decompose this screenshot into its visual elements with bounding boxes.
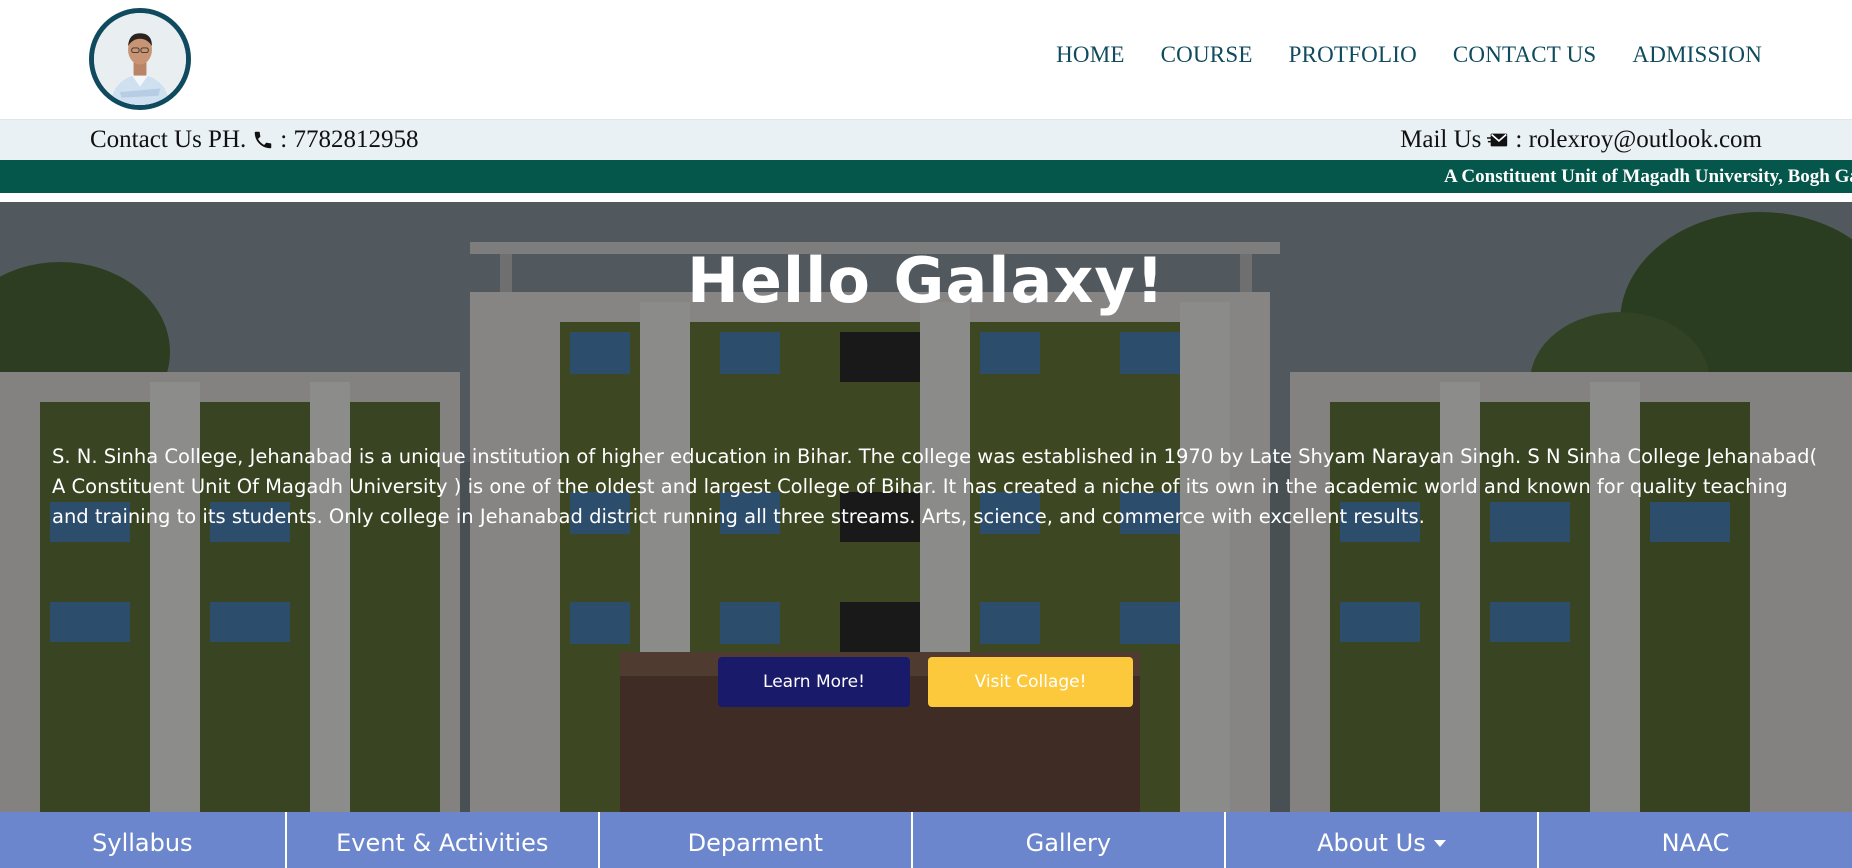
main-nav: HOME COURSE PROTFOLIO CONTACT US ADMISSI… (1056, 42, 1762, 68)
hero-title: Hello Galaxy! (686, 244, 1166, 317)
nav-naac[interactable]: NAAC (1539, 812, 1852, 868)
caret-down-icon (1433, 839, 1446, 847)
mail-address[interactable]: : rolexroy@outlook.com (1515, 126, 1762, 154)
phone-icon (255, 131, 272, 149)
mail-prefix: Mail Us (1400, 126, 1482, 153)
learn-more-button[interactable]: Learn More! (718, 657, 910, 707)
phone-prefix: Contact Us PH. (90, 126, 247, 153)
nav-about-us-dropdown[interactable]: About Us (1226, 812, 1539, 868)
nav-portfolio[interactable]: PROTFOLIO (1289, 42, 1417, 67)
hero-section: Hello Galaxy! S. N. Sinha College, Jehan… (0, 202, 1852, 812)
mail-icon (1487, 133, 1508, 147)
nav-home[interactable]: HOME (1056, 42, 1125, 67)
nav-course[interactable]: COURSE (1161, 42, 1253, 67)
nav-event-activities[interactable]: Event & Activities (287, 812, 600, 868)
phone-contact: Contact Us PH. : 7782812958 (90, 126, 418, 154)
site-header: HOME COURSE PROTFOLIO CONTACT US ADMISSI… (0, 0, 1852, 120)
nav-gallery[interactable]: Gallery (913, 812, 1226, 868)
announcement-marquee: A Constituent Unit of Magadh University,… (0, 160, 1852, 196)
phone-number[interactable]: : 7782812958 (280, 126, 418, 154)
nav-admission[interactable]: ADMISSION (1632, 42, 1762, 67)
visit-college-button[interactable]: Visit Collage! (928, 657, 1133, 707)
mail-contact: Mail Us : rolexroy@outlook.com (1400, 126, 1762, 154)
secondary-nav: Syllabus Event & Activities Deparment Ga… (0, 812, 1852, 868)
contact-strip: Contact Us PH. : 7782812958 Mail Us : ro… (0, 120, 1852, 160)
nav-department[interactable]: Deparment (600, 812, 913, 868)
marquee-text: A Constituent Unit of Magadh University,… (1444, 166, 1852, 187)
profile-photo-icon (94, 13, 186, 105)
nav-contact-us[interactable]: CONTACT US (1453, 42, 1597, 67)
avatar[interactable] (89, 8, 191, 110)
nav-syllabus[interactable]: Syllabus (0, 812, 287, 868)
hero-description: S. N. Sinha College, Jehanabad is a uniq… (52, 445, 1818, 528)
